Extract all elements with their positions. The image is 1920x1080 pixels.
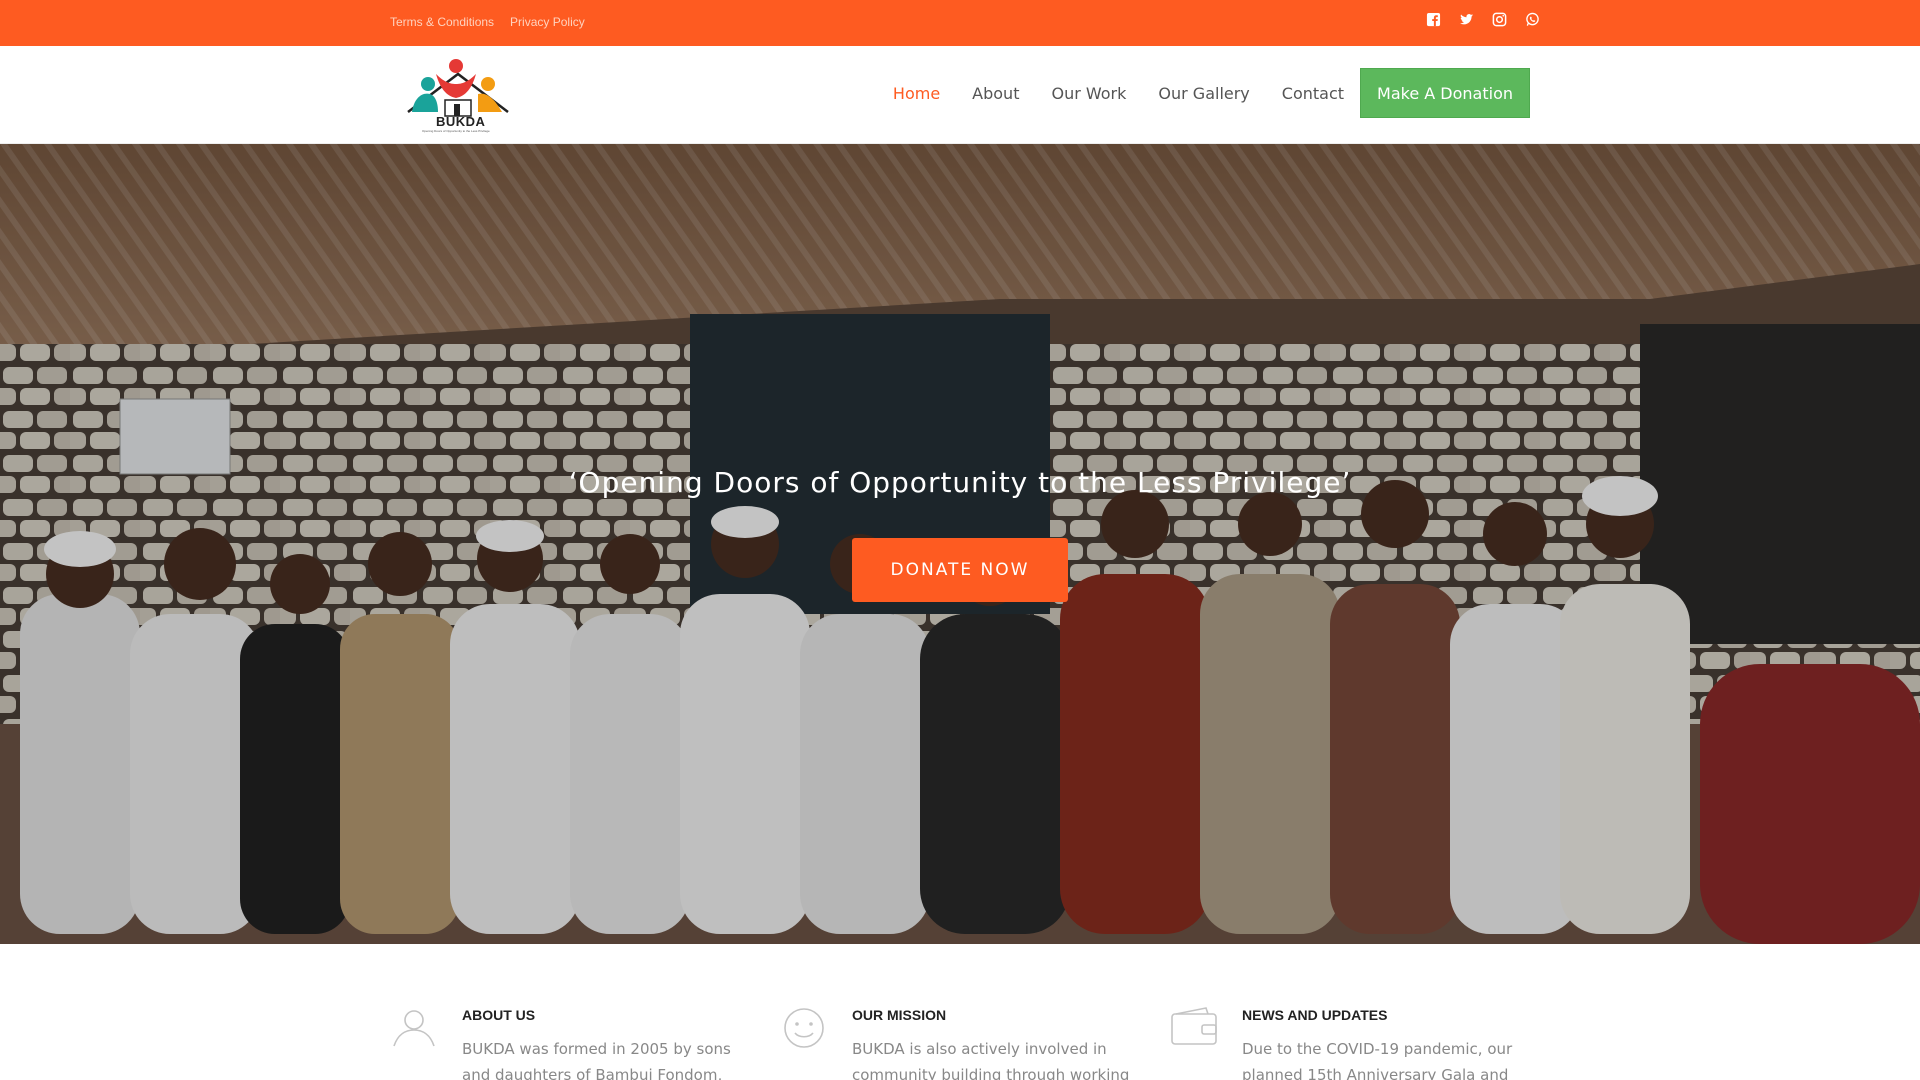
smiley-icon bbox=[780, 1004, 828, 1052]
logo-tagline: Opening Doors of Opportunity to the Less… bbox=[422, 129, 490, 133]
whatsapp-icon[interactable] bbox=[1525, 12, 1540, 27]
nav-home[interactable]: Home bbox=[893, 84, 940, 103]
logo-text: BUKDA bbox=[436, 114, 486, 129]
donate-now-button[interactable]: DONATE NOW bbox=[852, 538, 1068, 602]
nav-about[interactable]: About bbox=[972, 84, 1019, 103]
hero-banner: ‘Opening Doors of Opportunity to the Les… bbox=[0, 144, 1920, 944]
nav-contact[interactable]: Contact bbox=[1282, 84, 1344, 103]
terms-link[interactable]: Terms & Conditions bbox=[390, 15, 494, 29]
main-nav: Home About Our Work Our Gallery Contact … bbox=[861, 68, 1530, 118]
nav-our-gallery[interactable]: Our Gallery bbox=[1158, 84, 1249, 103]
top-links: Terms & Conditions Privacy Policy bbox=[390, 15, 585, 29]
feature-title: OUR MISSION bbox=[852, 1007, 947, 1023]
instagram-icon[interactable] bbox=[1492, 12, 1507, 27]
social-links bbox=[1426, 12, 1540, 27]
feature-text: Due to the COVID-19 pandemic, our planne… bbox=[1242, 1040, 1513, 1080]
privacy-link[interactable]: Privacy Policy bbox=[510, 15, 585, 29]
feature-text: BUKDA is also actively involved in commu… bbox=[852, 1040, 1130, 1080]
twitter-icon[interactable] bbox=[1459, 12, 1474, 27]
site-header: BUKDA Opening Doors of Opportunity to th… bbox=[0, 46, 1920, 144]
wallet-icon bbox=[1170, 1004, 1218, 1052]
feature-title: NEWS AND UPDATES bbox=[1242, 1007, 1388, 1023]
top-bar: Terms & Conditions Privacy Policy bbox=[0, 0, 1920, 46]
feature-text: BUKDA was formed in 2005 by sons and dau… bbox=[462, 1040, 731, 1080]
features-section: ABOUT US BUKDA was formed in 2005 by son… bbox=[0, 944, 1920, 1080]
feature-title: ABOUT US bbox=[462, 1007, 536, 1023]
make-donation-button[interactable]: Make A Donation bbox=[1360, 68, 1530, 118]
nav-our-work[interactable]: Our Work bbox=[1051, 84, 1126, 103]
facebook-icon[interactable] bbox=[1426, 12, 1441, 27]
bukda-logo[interactable]: BUKDA Opening Doors of Opportunity to th… bbox=[398, 54, 518, 136]
user-icon bbox=[390, 1004, 438, 1052]
hero-title: ‘Opening Doors of Opportunity to the Les… bbox=[568, 466, 1352, 499]
